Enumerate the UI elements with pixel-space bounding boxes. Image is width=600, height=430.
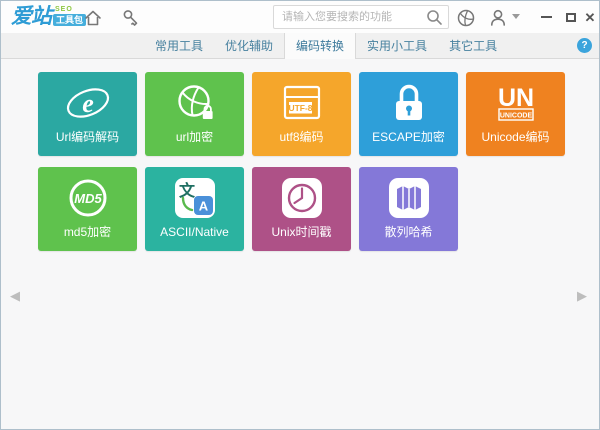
dribbble-lock-icon xyxy=(173,76,217,130)
tile-label: utf8编码 xyxy=(279,130,323,144)
tile-label: 散列哈希 xyxy=(384,225,432,239)
translate-icon: 文 A xyxy=(173,171,217,225)
unicode-icon: UN UNICODE xyxy=(490,76,542,130)
prev-page-arrow[interactable]: ◀ xyxy=(10,288,20,304)
tile-label: ESCAPE加密 xyxy=(372,130,445,144)
app-window: 爱站 SEO 工具包 xyxy=(0,0,600,430)
tab-bar: 常用工具 优化辅助 编码转换 实用小工具 其它工具 ? xyxy=(1,33,599,59)
svg-text:UNICODE: UNICODE xyxy=(499,113,532,120)
map-icon xyxy=(387,171,431,225)
search-input[interactable] xyxy=(282,7,422,27)
svg-text:UN: UN xyxy=(497,84,533,112)
app-logo: 爱站 SEO 工具包 xyxy=(11,5,86,29)
tab-utility-tools[interactable]: 实用小工具 xyxy=(356,33,438,59)
minimize-button[interactable] xyxy=(534,1,558,33)
close-button[interactable]: ✕ xyxy=(578,1,600,33)
svg-text:文: 文 xyxy=(178,181,195,200)
home-icon[interactable] xyxy=(83,8,103,28)
svg-text:A: A xyxy=(198,199,208,214)
tile-label: md5加密 xyxy=(64,225,111,239)
md5-icon: MD5 xyxy=(65,171,111,225)
tile-url-encrypt[interactable]: url加密 xyxy=(145,72,244,156)
tile-url-encode-decode[interactable]: e Url编码解码 xyxy=(38,72,137,156)
tab-encoding-conversion[interactable]: 编码转换 xyxy=(284,33,356,60)
tool-grid-panel: e Url编码解码 url加密 xyxy=(1,59,600,430)
utf8-icon: UTF-8 xyxy=(280,76,324,130)
title-bar: 爱站 SEO 工具包 xyxy=(1,1,599,33)
tile-label: Url编码解码 xyxy=(56,130,119,144)
tile-label: ASCII/Native xyxy=(160,225,229,239)
tile-ascii-native[interactable]: 文 A ASCII/Native xyxy=(145,167,244,251)
next-page-arrow[interactable]: ▶ xyxy=(577,288,587,304)
tile-label: Unix时间戳 xyxy=(271,225,331,239)
tile-hash[interactable]: 散列哈希 xyxy=(359,167,458,251)
website-globe-icon[interactable] xyxy=(456,8,476,28)
user-dropdown-caret[interactable] xyxy=(512,14,520,19)
tool-grid: e Url编码解码 url加密 xyxy=(38,72,565,251)
lock-icon xyxy=(389,76,429,130)
logo-badge: 工具包 xyxy=(53,14,86,26)
svg-text:e: e xyxy=(82,89,94,118)
tab-common-tools[interactable]: 常用工具 xyxy=(144,33,214,59)
tile-utf8-encode[interactable]: UTF-8 utf8编码 xyxy=(252,72,351,156)
tile-unix-timestamp[interactable]: Unix时间戳 xyxy=(252,167,351,251)
search-icon[interactable] xyxy=(426,9,443,26)
tab-other-tools[interactable]: 其它工具 xyxy=(438,33,508,59)
tile-label: url加密 xyxy=(176,130,213,144)
clock-icon xyxy=(280,171,324,225)
search-box xyxy=(273,5,449,29)
key-icon[interactable] xyxy=(121,8,141,28)
logo-seo-label: SEO xyxy=(55,6,86,14)
tab-list: 常用工具 优化辅助 编码转换 实用小工具 其它工具 xyxy=(144,33,508,59)
svg-text:MD5: MD5 xyxy=(74,191,102,206)
logo-text: 爱站 xyxy=(11,5,51,29)
ie-icon: e xyxy=(65,76,111,130)
tab-optimization-aid[interactable]: 优化辅助 xyxy=(214,33,284,59)
user-account-icon[interactable] xyxy=(488,8,508,28)
help-icon[interactable]: ? xyxy=(577,38,592,53)
tile-unicode-encode[interactable]: UN UNICODE Unicode编码 xyxy=(466,72,565,156)
svg-text:UTF-8: UTF-8 xyxy=(288,103,312,113)
tile-md5-encrypt[interactable]: MD5 md5加密 xyxy=(38,167,137,251)
tile-label: Unicode编码 xyxy=(481,130,549,144)
tile-escape-encrypt[interactable]: ESCAPE加密 xyxy=(359,72,458,156)
